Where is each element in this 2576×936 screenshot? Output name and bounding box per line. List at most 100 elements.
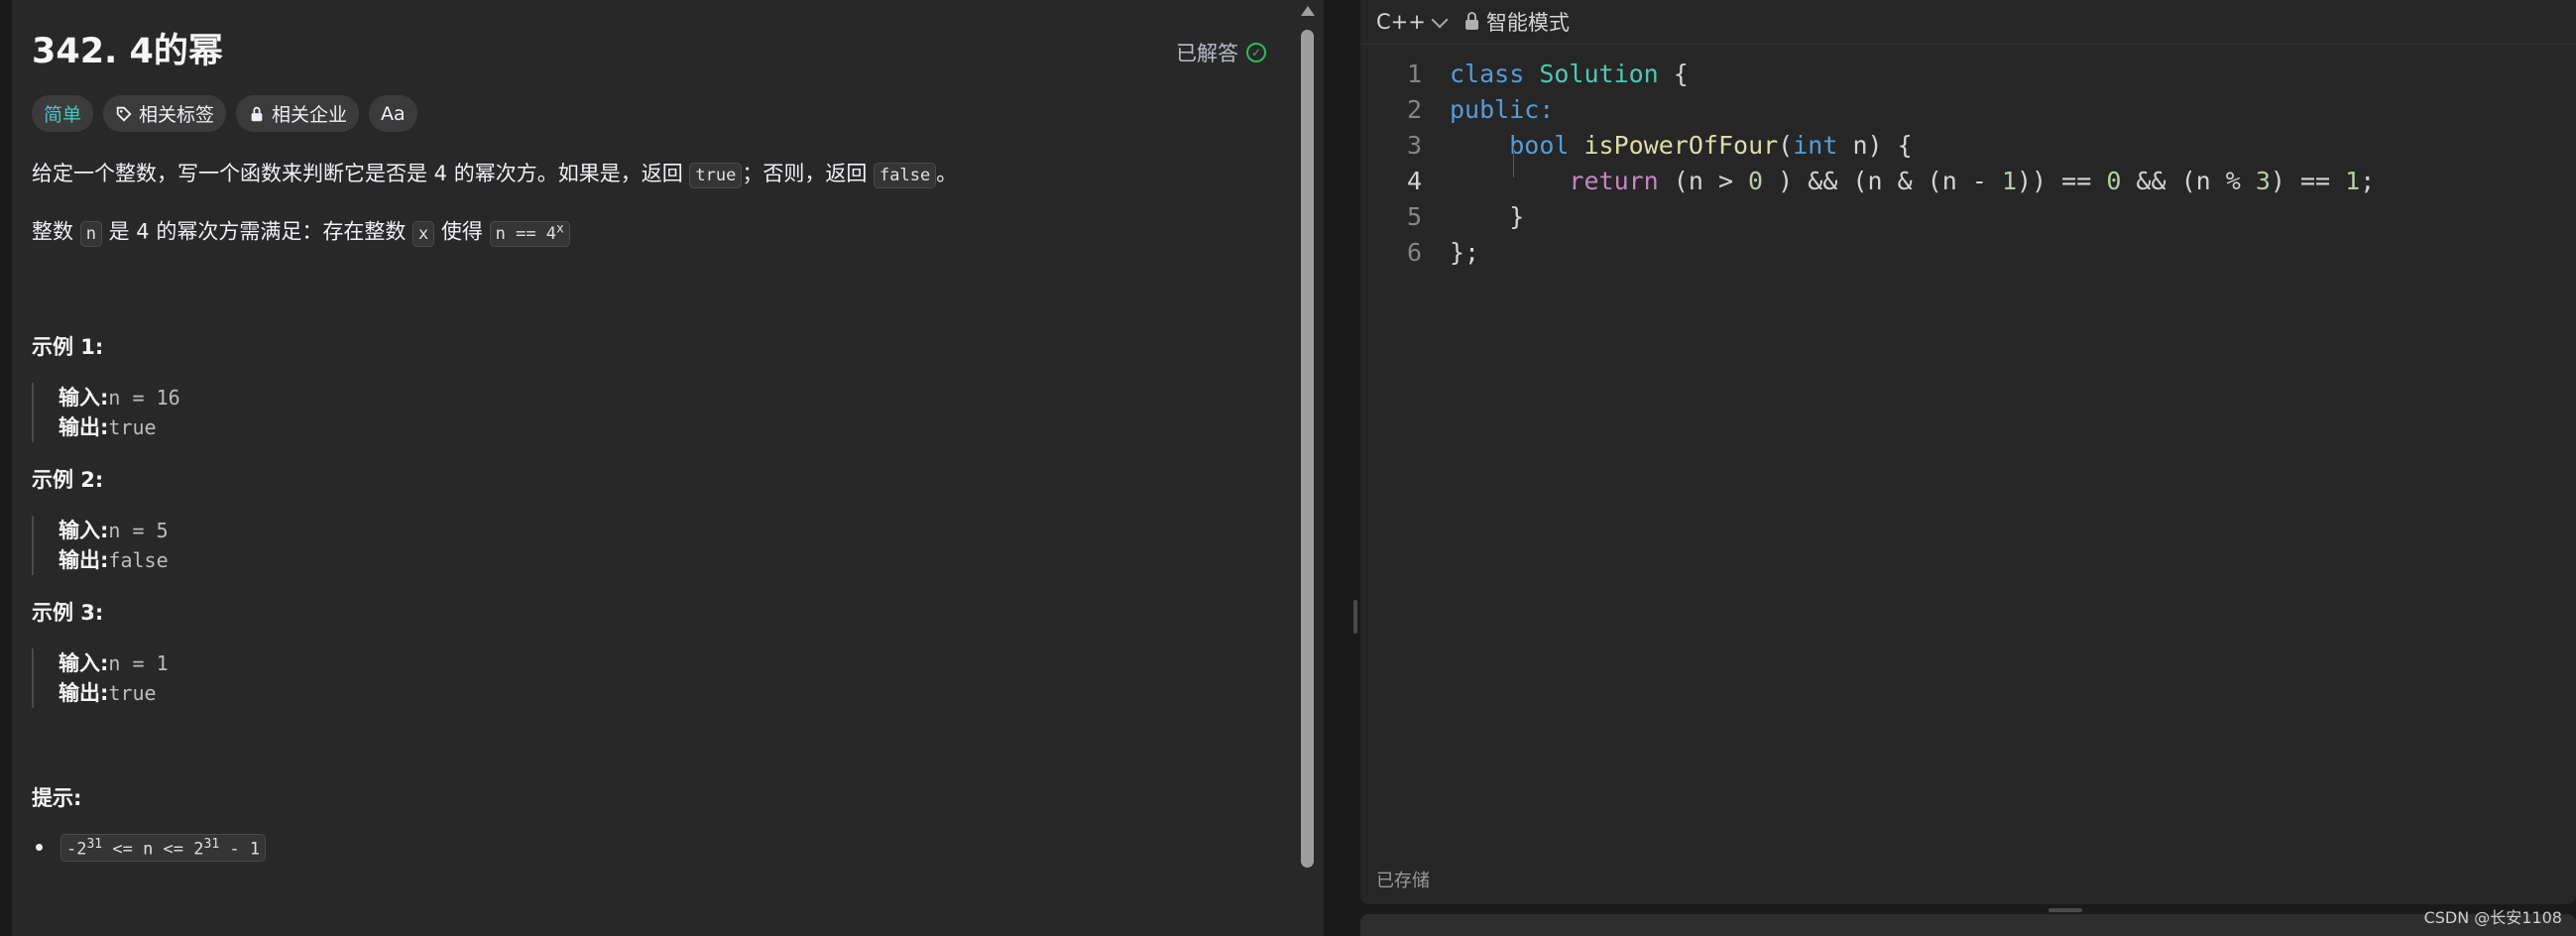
output-value: true (108, 680, 157, 705)
constraint-text: - 1 (219, 839, 261, 860)
code-x: x (412, 220, 435, 247)
constraint-text: -2 (66, 839, 87, 860)
function-name: isPowerOfFour (1583, 130, 1779, 160)
check-circle-icon: ✓ (1246, 43, 1266, 62)
watermark: CSDN @长安1108 (2423, 908, 2562, 927)
number: 0 (1748, 166, 1764, 195)
scroll-up-arrow-icon[interactable] (1301, 6, 1315, 16)
solved-status: 已解答 ✓ (1176, 38, 1266, 67)
code-expr: n == 4x (489, 220, 570, 247)
input-value: n = 5 (108, 518, 169, 542)
indent-guide (1513, 146, 1514, 177)
example-3-title: 示例 3: (32, 600, 104, 625)
lock-icon (1464, 12, 1478, 30)
hint-title: 提示: (32, 785, 82, 810)
difficulty-tag[interactable]: 简单 (32, 95, 94, 132)
code-text: public: (1450, 94, 1555, 124)
example-2-title: 示例 2: (32, 467, 104, 492)
code-line[interactable]: 5 } (1360, 198, 2576, 234)
problem-content: 342. 4的幂 已解答 ✓ 简单 相关标签 相关企业 Aa 给定一个整数，写一… (32, 20, 1284, 936)
code-token: )) == (2017, 166, 2107, 195)
problem-panel: 342. 4的幂 已解答 ✓ 简单 相关标签 相关企业 Aa 给定一个整数，写一… (12, 0, 1324, 936)
code-token: n) { (1837, 130, 1913, 160)
example-1-block: 输入:n = 16 输出:true (32, 382, 1284, 442)
code-line[interactable]: 1 class Solution { (1360, 56, 2576, 91)
bullet-icon (36, 844, 43, 852)
code-editor-panel: C++ 智能模式 1 class Solution { 2 public: 3 bo… (1360, 0, 2576, 904)
difficulty-label: 简单 (44, 104, 82, 126)
output-label: 输出: (59, 547, 109, 572)
output-label: 输出: (59, 414, 109, 439)
code-token: ) && (n & (n - (1763, 166, 2002, 195)
solved-label: 已解答 (1176, 42, 1238, 65)
line-number: 2 (1406, 94, 1422, 124)
output-value: true (108, 414, 157, 439)
example-1-title: 示例 1: (32, 334, 104, 359)
code-false: false (874, 163, 937, 188)
line-number: 4 (1406, 166, 1422, 195)
scrollbar[interactable] (1298, 0, 1318, 936)
problem-title: 342. 4的幂 (32, 32, 223, 71)
constraint-text: <= n <= 2 (102, 839, 204, 860)
example-3-block: 输入:n = 1 输出:true (32, 647, 1284, 708)
output-label: 输出: (59, 680, 109, 705)
related-tags-button[interactable]: 相关标签 (103, 95, 227, 132)
code-editor[interactable]: 1 class Solution { 2 public: 3 bool isPowe… (1360, 56, 2576, 270)
related-tags-label: 相关标签 (139, 104, 215, 126)
input-label: 输入: (59, 385, 109, 410)
input-label: 输入: (59, 518, 109, 542)
editor-toolbar: C++ 智能模式 (1360, 0, 2576, 45)
code-token: ) == (2270, 166, 2346, 195)
code-line[interactable]: 6}; (1360, 234, 2576, 270)
code-line-active[interactable]: 4 return (n > 0 ) && (n & (n - 1)) == 0 … (1360, 163, 2576, 198)
console-panel-edge[interactable] (1360, 914, 2576, 936)
desc-text: ；否则，返回 (742, 162, 875, 185)
keyword: bool (1509, 130, 1570, 160)
expr-text: n == 4 (495, 223, 557, 244)
description-line-2: 整数 n 是 4 的幂次方需满足：存在整数 x 使得 n == 4x (32, 211, 1284, 252)
constraint-sup: 31 (203, 836, 220, 852)
input-value: n = 1 (108, 650, 169, 675)
description-line-1: 给定一个整数，写一个函数来判断它是否是 4 的幂次方。如果是，返回 true ；否… (32, 156, 1284, 193)
resize-handle[interactable] (1353, 600, 1357, 634)
keyword: int (1793, 130, 1838, 160)
desc-text: 是 4 的幂次方需满足：存在整数 (101, 219, 412, 244)
line-number: 1 (1406, 58, 1422, 88)
translate-icon: Aa (381, 102, 406, 125)
number: 1 (2345, 166, 2361, 195)
translate-button[interactable]: Aa (369, 95, 417, 132)
code-text: class Solution { (1450, 59, 1689, 88)
related-companies-button[interactable]: 相关企业 (236, 95, 360, 132)
code-token: ( (1778, 130, 1794, 160)
desc-text: 使得 (434, 219, 490, 244)
scroll-thumb[interactable] (1301, 30, 1314, 868)
desc-text: 。 (936, 162, 958, 185)
number: 0 (2106, 166, 2122, 195)
smart-mode-label: 智能模式 (1485, 11, 1570, 35)
pane-divider (1324, 0, 1358, 936)
code-n: n (79, 220, 102, 247)
code-token: } (1509, 201, 1525, 231)
smart-mode-toggle[interactable]: 智能模式 (1464, 7, 1570, 37)
code-line[interactable]: 2 public: (1360, 91, 2576, 127)
code-text: }; (1450, 237, 1480, 267)
input-value: n = 16 (108, 385, 180, 410)
code-token: ; (2360, 166, 2376, 195)
tag-row: 简单 相关标签 相关企业 Aa (32, 95, 1284, 132)
number: 1 (2001, 166, 2017, 195)
code-text: } (1450, 202, 1524, 231)
vertical-resize-handle[interactable] (2049, 908, 2082, 912)
constraint-code: -231 <= n <= 231 - 1 (60, 833, 267, 863)
desc-text: 整数 (32, 219, 80, 244)
code-line[interactable]: 3 bool isPowerOfFour(int n) { (1360, 127, 2576, 163)
type-name: Solution (1539, 58, 1659, 88)
lock-icon (251, 106, 263, 121)
output-value: false (108, 547, 169, 572)
language-label: C++ (1376, 10, 1426, 34)
language-select[interactable]: C++ (1376, 10, 1449, 34)
code-text: bool isPowerOfFour(int n) { (1450, 130, 1913, 160)
example-2-block: 输入:n = 5 输出:false (32, 515, 1284, 575)
desc-text: 给定一个整数，写一个函数来判断它是否是 4 的幂次方。如果是，返回 (32, 162, 690, 185)
hint-item: -231 <= n <= 231 - 1 (36, 833, 1284, 863)
code-token: && (n % (2121, 166, 2256, 195)
